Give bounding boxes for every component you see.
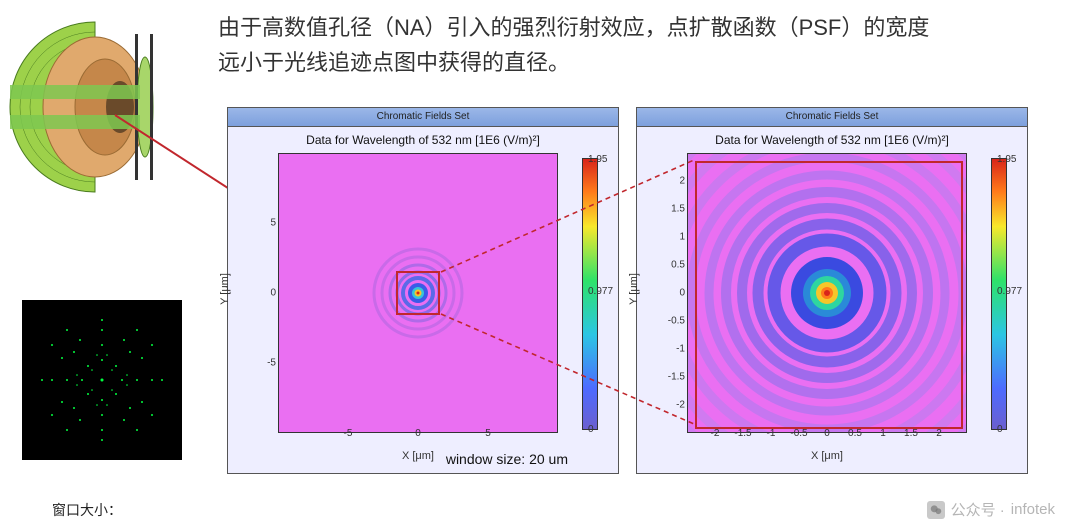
- slide-page: 由于高数值孔径（NA）引入的强烈衍射效应，点扩散函数（PSF）的宽度远小于光线追…: [0, 0, 1073, 530]
- plot-area-left: [278, 153, 558, 433]
- ray-trace-spot-diagram: [22, 300, 182, 460]
- panel-titlebar: Chromatic Fields Set: [228, 108, 618, 126]
- zoom-frame: [695, 161, 963, 429]
- footer-label: 窗口大小：: [52, 500, 122, 520]
- wechat-icon: [927, 501, 945, 519]
- description-text: 由于高数值孔径（NA）引入的强烈衍射效应，点扩散函数（PSF）的宽度远小于光线追…: [218, 10, 938, 80]
- plot-title: Data for Wavelength of 532 nm [1E6 (V/m)…: [637, 133, 1027, 147]
- plot-area-right: [687, 153, 967, 433]
- watermark: 公众号 · infotek: [927, 499, 1055, 520]
- panel-titlebar: Chromatic Fields Set: [637, 108, 1027, 126]
- ylabel: Y [μm]: [219, 273, 231, 305]
- plot-title: Data for Wavelength of 532 nm [1E6 (V/m)…: [228, 133, 618, 147]
- zoom-box-indicator: [396, 271, 440, 315]
- xticks-right: -2 -1.5 -1 -0.5 0 0.5 1 1.5 2: [687, 428, 967, 440]
- psf-panel-zoom: Chromatic Fields Set Data for Wavelength…: [636, 107, 1028, 474]
- xlabel: X [μm]: [687, 450, 967, 462]
- watermark-name: infotek: [1011, 501, 1055, 518]
- xticks-left: -5 0 5: [278, 428, 558, 440]
- window-size-label: window size: 20 um: [446, 451, 568, 467]
- ylabel: Y [μm]: [628, 273, 640, 305]
- watermark-prefix: 公众号 ·: [951, 499, 1005, 520]
- yticks-left: 5 0 -5: [248, 153, 276, 433]
- eye-lens-illustration: [0, 12, 190, 212]
- yticks-right: 2 1.5 1 0.5 0 -0.5 -1 -1.5 -2: [657, 153, 685, 433]
- psf-panel-20um: Chromatic Fields Set Data for Wavelength…: [227, 107, 619, 474]
